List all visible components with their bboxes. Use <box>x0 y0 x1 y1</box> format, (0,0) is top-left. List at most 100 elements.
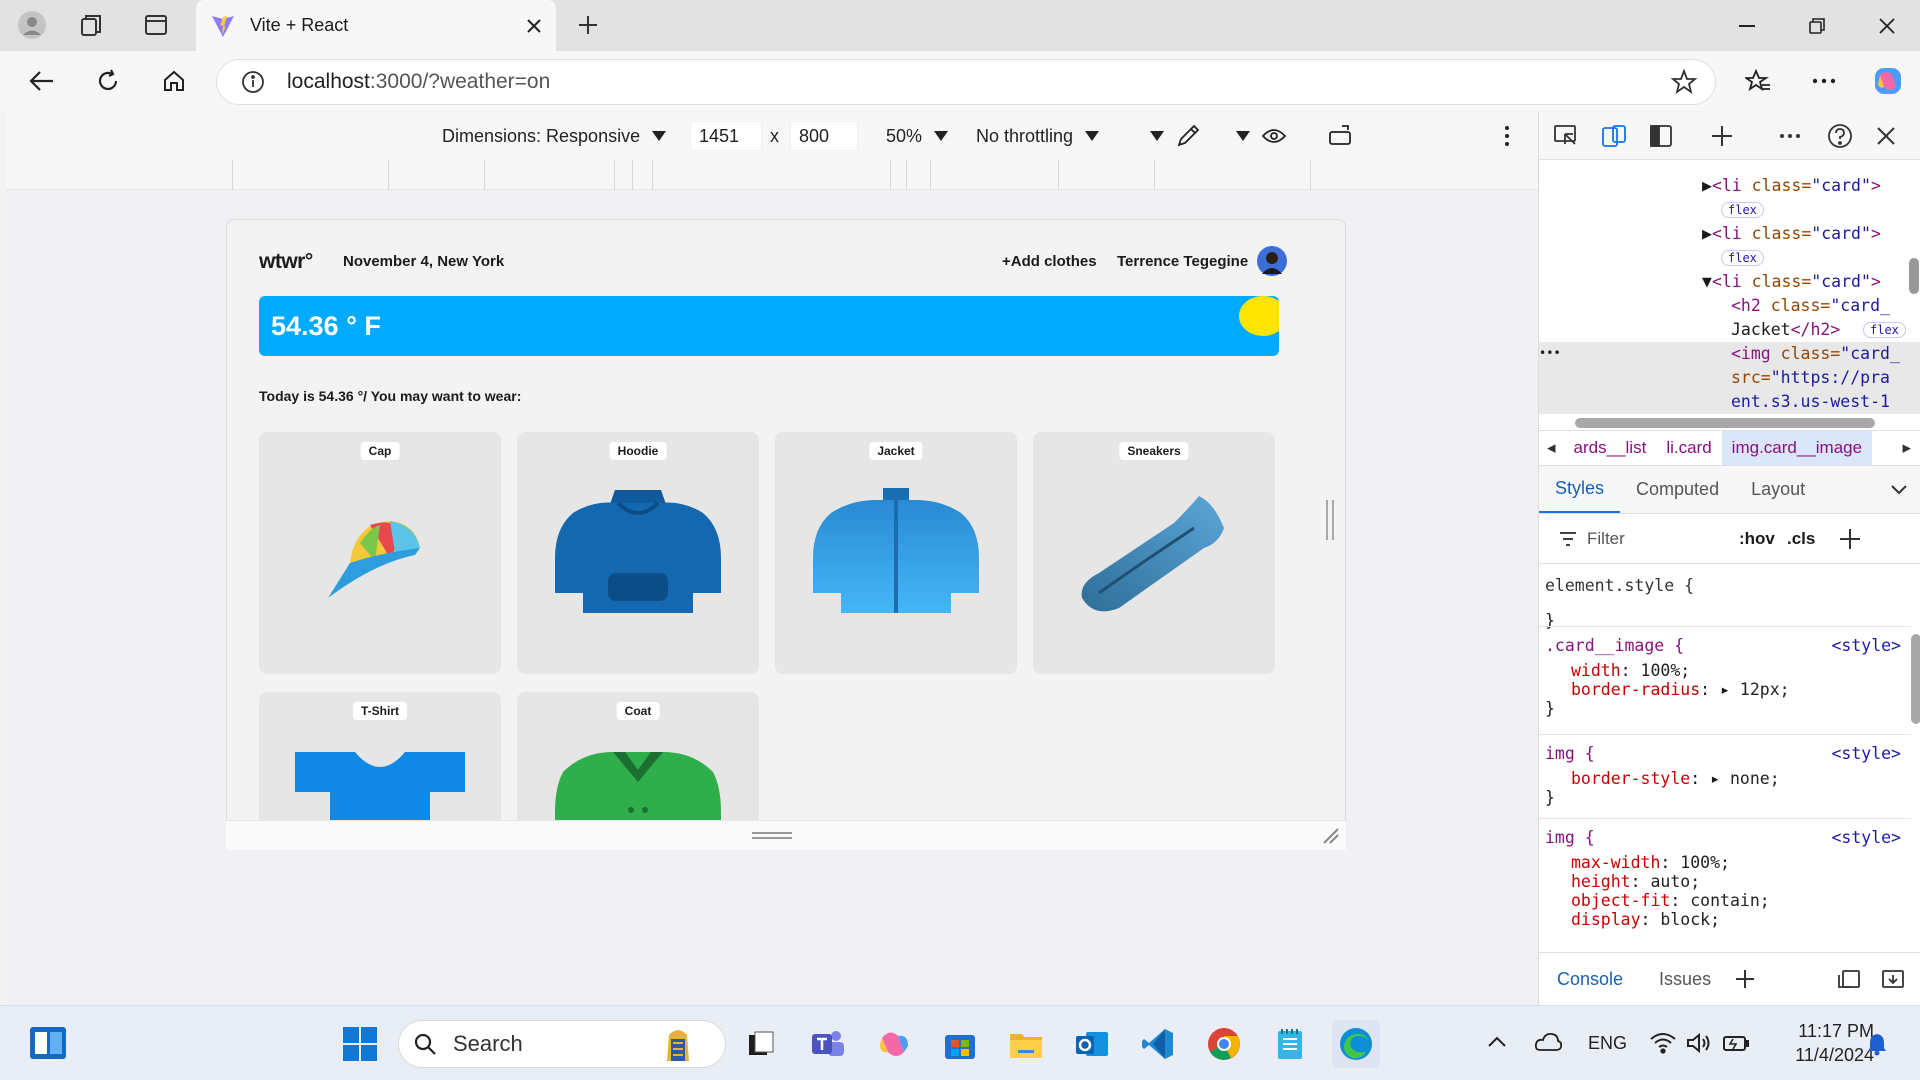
profile-icon[interactable] <box>12 5 52 45</box>
more-options-icon[interactable] <box>1804 61 1844 101</box>
elements-vertical-scrollbar[interactable] <box>1909 168 1919 418</box>
avatar[interactable] <box>1257 246 1287 276</box>
taskbar-search[interactable]: Search <box>398 1020 726 1068</box>
favorites-icon[interactable] <box>1738 61 1778 101</box>
tab-issues[interactable]: Issues <box>1641 969 1729 990</box>
back-icon[interactable] <box>22 61 62 101</box>
node-ellipsis[interactable]: ••• <box>1539 346 1561 360</box>
dom-node[interactable]: ▶<li class="card"> <box>1702 176 1881 195</box>
dimensions-dropdown[interactable]: Dimensions: Responsive <box>442 126 667 147</box>
tab-computed[interactable]: Computed <box>1620 466 1735 513</box>
refresh-icon[interactable] <box>88 61 128 101</box>
rule-source-link[interactable]: <style> <box>1831 636 1901 655</box>
start-windows-icon[interactable] <box>342 1026 378 1062</box>
rotate-icon[interactable] <box>1328 124 1354 148</box>
widgets-icon[interactable] <box>28 1025 68 1061</box>
outlook-icon[interactable] <box>1068 1020 1116 1068</box>
flex-badge[interactable]: flex <box>1863 322 1906 338</box>
filter-input[interactable]: Filter <box>1587 529 1625 549</box>
breadcrumb-item[interactable]: ards__list <box>1564 438 1657 458</box>
copilot-icon[interactable] <box>1868 61 1908 101</box>
teams-icon[interactable] <box>804 1020 852 1068</box>
style-rule[interactable]: img { <style> max-width: 100%; height: a… <box>1539 818 1911 929</box>
drawer-undock-icon[interactable] <box>1837 969 1861 989</box>
new-rule-icon[interactable] <box>1839 528 1861 550</box>
tab-styles[interactable]: Styles <box>1539 466 1621 513</box>
task-view-icon[interactable] <box>737 1020 785 1068</box>
clothing-card[interactable]: Jacket <box>775 432 1017 674</box>
site-info-icon[interactable] <box>241 70 265 94</box>
notepad-icon[interactable] <box>1266 1020 1314 1068</box>
chevron-left-icon[interactable]: ◂ <box>1539 438 1564 458</box>
styles-scrollbar[interactable] <box>1911 634 1920 724</box>
browser-tab[interactable]: Vite + React <box>196 0 556 51</box>
rule-source-link[interactable]: <style> <box>1831 828 1901 847</box>
close-window-icon[interactable] <box>1852 0 1920 51</box>
viewport-bottom-handle[interactable] <box>226 820 1346 850</box>
chevron-right-icon[interactable]: ▸ <box>1902 438 1911 458</box>
dom-node[interactable]: ▶<li class="card"> <box>1702 224 1881 243</box>
breadcrumb-item[interactable]: li.card <box>1656 438 1721 458</box>
notification-bell-icon[interactable] <box>1866 1032 1888 1056</box>
height-input[interactable]: 800 <box>790 121 858 151</box>
dom-node-selected[interactable]: <img class="card_ <box>1731 344 1900 363</box>
style-rule[interactable]: element.style { } <box>1539 576 1911 630</box>
minimize-icon[interactable] <box>1712 0 1782 51</box>
app-logo[interactable]: wtwr° <box>259 250 313 274</box>
style-rule[interactable]: .card__image { <style> width: 100%; bord… <box>1539 626 1911 718</box>
eyedropper-dropdown[interactable] <box>1150 124 1200 148</box>
add-clothes-button[interactable]: +Add clothes <box>1002 253 1097 270</box>
wifi-icon[interactable] <box>1650 1032 1676 1054</box>
vscode-icon[interactable] <box>1134 1020 1182 1068</box>
device-toggle-icon[interactable] <box>1601 124 1627 148</box>
edge-icon[interactable] <box>1332 1020 1380 1068</box>
file-explorer-icon[interactable] <box>1002 1020 1050 1068</box>
device-toolbar-more-icon[interactable] <box>1504 125 1510 147</box>
clothing-card[interactable]: Cap <box>259 432 501 674</box>
add-tool-icon[interactable] <box>1711 125 1733 147</box>
dom-node[interactable]: ▼<li class="card"> <box>1702 272 1881 291</box>
clock-date[interactable]: 11/4/2024 <box>1770 1045 1874 1066</box>
clothing-card[interactable]: Sneakers <box>1033 432 1275 674</box>
copilot-app-icon[interactable] <box>870 1020 918 1068</box>
width-input[interactable]: 1451 <box>690 121 762 151</box>
chevron-up-icon[interactable] <box>1488 1035 1506 1047</box>
chrome-icon[interactable] <box>1200 1020 1248 1068</box>
style-rule[interactable]: img { <style> border-style: ▸ none; } <box>1539 734 1911 807</box>
language-indicator[interactable]: ENG <box>1588 1033 1627 1054</box>
viewport-resize-handle[interactable] <box>1326 500 1334 540</box>
clock-time[interactable]: 11:17 PM <box>1778 1021 1874 1042</box>
drawer-toggle-icon[interactable] <box>1881 969 1905 989</box>
address-bar[interactable]: localhost:3000/?weather=on <box>216 59 1716 105</box>
tab-actions-icon[interactable] <box>136 5 176 45</box>
elements-horizontal-scrollbar[interactable] <box>1575 418 1875 428</box>
dom-node[interactable]: <h2 class="card_ <box>1731 296 1890 315</box>
zoom-dropdown[interactable]: 50% <box>886 126 949 147</box>
close-tab-icon[interactable] <box>526 18 542 34</box>
store-icon[interactable] <box>936 1020 984 1068</box>
help-icon[interactable] <box>1827 123 1853 149</box>
flex-badge[interactable]: flex <box>1721 250 1764 266</box>
vision-dropdown[interactable] <box>1236 127 1286 145</box>
new-tab-icon[interactable] <box>568 5 608 45</box>
tab-layout[interactable]: Layout <box>1735 466 1821 513</box>
chevron-down-icon[interactable] <box>1891 484 1907 495</box>
battery-icon[interactable] <box>1722 1033 1750 1053</box>
flex-badge[interactable]: flex <box>1721 202 1764 218</box>
throttling-dropdown[interactable]: No throttling <box>976 126 1100 147</box>
favorite-star-icon[interactable] <box>1671 69 1697 95</box>
breadcrumb-item-active[interactable]: img.card__image <box>1721 431 1873 465</box>
inspect-icon[interactable] <box>1553 124 1579 148</box>
volume-icon[interactable] <box>1686 1032 1712 1054</box>
restore-icon[interactable] <box>1782 0 1852 51</box>
onedrive-icon[interactable] <box>1534 1030 1562 1052</box>
clothing-card[interactable]: Hoodie <box>517 432 759 674</box>
devtools-more-icon[interactable] <box>1779 133 1801 139</box>
close-devtools-icon[interactable] <box>1877 126 1895 145</box>
rule-source-link[interactable]: <style> <box>1831 744 1901 763</box>
home-icon[interactable] <box>154 61 194 101</box>
add-drawer-tab-icon[interactable] <box>1735 969 1755 989</box>
hov-toggle[interactable]: :hov <box>1739 529 1775 549</box>
workspaces-icon[interactable] <box>72 5 112 45</box>
dock-side-icon[interactable] <box>1649 124 1673 148</box>
